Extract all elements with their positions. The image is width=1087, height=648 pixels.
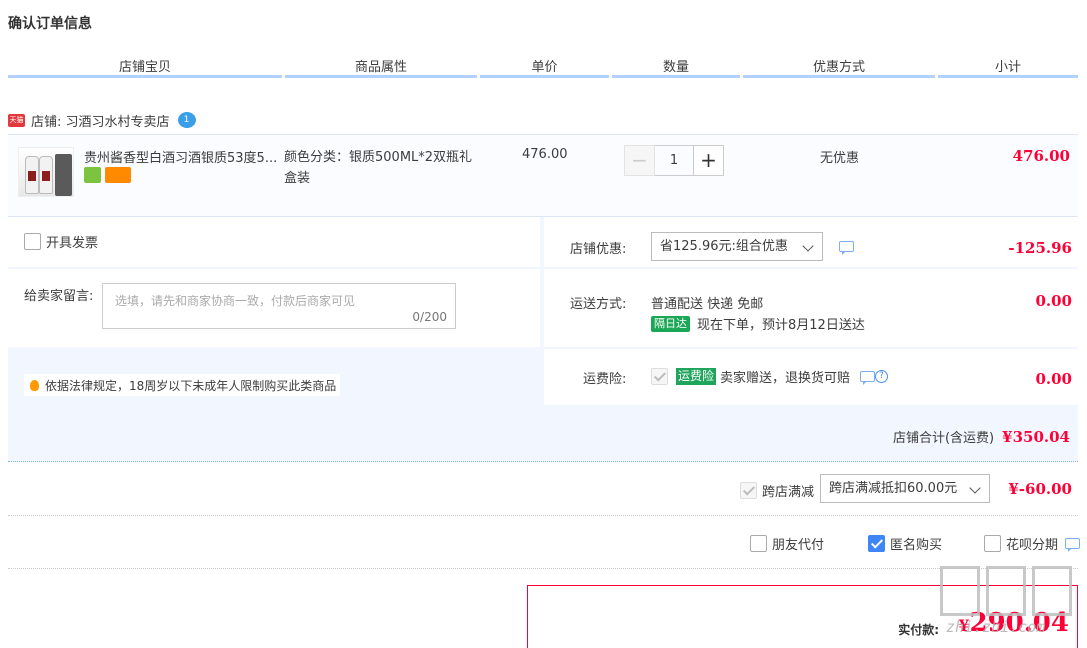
chevron-down-icon bbox=[969, 482, 981, 494]
product-attribute: 颜色分类：银质500ML*2双瓶礼盒装 bbox=[284, 150, 473, 186]
cross-store-discount-row: 跨店满减 跨店满减抵扣60.00元 ¥-60.00 bbox=[8, 464, 1078, 516]
anonymous-buy-checkbox[interactable] bbox=[868, 535, 885, 552]
next-day-tag: 隔日达 bbox=[651, 315, 690, 332]
shop-coupon-label: 店铺优惠: bbox=[570, 242, 627, 257]
quantity-stepper: − 1 + bbox=[624, 145, 724, 176]
huabei-installment-option[interactable]: 花呗分期 bbox=[984, 534, 1058, 553]
total-label: 实付款: bbox=[898, 623, 939, 637]
insurance-text: 卖家赠送，退换货可赔 bbox=[720, 371, 851, 386]
message-char-count: 0/200 bbox=[412, 310, 447, 324]
bottle-image bbox=[39, 156, 53, 194]
insurance-tag: 运费险 bbox=[676, 368, 717, 385]
total-amount: ¥290.04 bbox=[958, 608, 1069, 638]
huabei-chat-icon[interactable] bbox=[1065, 538, 1080, 552]
insurance-chat-icon[interactable] bbox=[860, 371, 875, 385]
invoice-checkbox[interactable] bbox=[24, 233, 41, 250]
lightbulb-icon bbox=[30, 379, 39, 391]
product-thumbnail[interactable] bbox=[18, 147, 74, 197]
column-header-qty: 数量 bbox=[612, 56, 740, 78]
friend-pay-label: 朋友代付 bbox=[772, 538, 825, 553]
shop-coupon-value: 省125.96元:组合优惠 bbox=[660, 239, 788, 254]
seller-message-input[interactable]: 选填，请先和商家协商一致，付款后商家可见 0/200 bbox=[102, 283, 456, 329]
help-icon[interactable]: ? bbox=[875, 370, 888, 383]
delivery-estimate: 现在下单，预计8月12日送达 bbox=[697, 318, 865, 333]
item-promotion: 无优惠 bbox=[820, 151, 860, 166]
column-header-attr: 商品属性 bbox=[285, 56, 477, 78]
shop-coupon-amount: -125.96 bbox=[1008, 239, 1072, 257]
insurance-row: 运费险 卖家赠送，退换货可赔 bbox=[651, 367, 850, 386]
order-options-panel: 开具发票 给卖家留言: 选填，请先和商家协商一致，付款后商家可见 0/200 依… bbox=[8, 216, 1078, 462]
age-restriction-notice: 依据法律规定，18周岁以下未成年人限制购买此类商品 bbox=[24, 374, 341, 396]
wangwang-chat-icon[interactable]: 1 bbox=[177, 112, 196, 128]
next-day-delivery: 隔日达 现在下单，预计8月12日送达 bbox=[651, 314, 865, 333]
cross-store-label: 跨店满减 bbox=[762, 485, 815, 500]
insurance-checkbox bbox=[651, 368, 668, 385]
column-header-promo: 优惠方式 bbox=[743, 56, 935, 78]
friend-pay-option[interactable]: 朋友代付 bbox=[750, 534, 824, 553]
age-restriction-text: 依据法律规定，18周岁以下未成年人限制购买此类商品 bbox=[45, 378, 337, 393]
qty-increase-button[interactable]: + bbox=[693, 145, 724, 176]
product-title-link[interactable]: 贵州酱香型白酒习酒银质53度5... bbox=[84, 147, 280, 166]
cross-store-checkbox bbox=[740, 482, 757, 499]
shop-row: 天猫 店铺: 习酒习水村专卖店 1 bbox=[8, 110, 196, 130]
qty-input[interactable]: 1 bbox=[655, 145, 693, 176]
insurance-amount: 0.00 bbox=[1035, 370, 1072, 388]
invoice-label: 开具发票 bbox=[46, 236, 99, 251]
credit-card-icon[interactable] bbox=[105, 167, 131, 183]
huabei-label: 花呗分期 bbox=[1006, 538, 1059, 553]
bottle-image bbox=[25, 156, 39, 194]
tmall-icon: 天猫 bbox=[8, 113, 25, 127]
total-value: 290.04 bbox=[969, 608, 1069, 638]
anonymous-buy-option[interactable]: 匿名购买 bbox=[868, 534, 942, 553]
payment-options-row: 朋友代付 匿名购买 花呗分期 bbox=[8, 517, 1080, 569]
cross-store-select[interactable]: 跨店满减抵扣60.00元 bbox=[820, 474, 990, 503]
shop-name-link[interactable]: 店铺: 习酒习水村专卖店 bbox=[31, 111, 170, 130]
shop-coupon-select[interactable]: 省125.96元:组合优惠 bbox=[651, 232, 823, 261]
column-header-item: 店铺宝贝 bbox=[8, 56, 282, 78]
item-subtotal: 476.00 bbox=[1012, 147, 1070, 165]
shipping-amount: 0.00 bbox=[1035, 292, 1072, 310]
gift-box-image bbox=[55, 154, 72, 196]
shop-total: 店铺合计(含运费) ¥350.04 bbox=[892, 427, 1070, 447]
total-currency: ¥ bbox=[958, 616, 970, 635]
column-header-subtotal: 小计 bbox=[938, 56, 1078, 78]
page-title: 确认订单信息 bbox=[8, 16, 92, 32]
invoice-toggle[interactable]: 开具发票 bbox=[24, 232, 98, 251]
cross-store-toggle[interactable]: 跨店满减 bbox=[740, 481, 814, 500]
anonymous-buy-label: 匿名购买 bbox=[890, 538, 943, 553]
coupon-chat-icon[interactable] bbox=[839, 241, 854, 255]
shop-total-value: ¥350.04 bbox=[1002, 427, 1070, 446]
shipping-label: 运送方式: bbox=[570, 297, 627, 312]
friend-pay-checkbox[interactable] bbox=[750, 535, 767, 552]
shipping-method: 普通配送 快递 免邮 bbox=[651, 297, 764, 312]
service-guarantee-icon[interactable] bbox=[84, 167, 101, 183]
chevron-down-icon bbox=[802, 240, 814, 252]
column-header-price: 单价 bbox=[480, 56, 609, 78]
huabei-checkbox[interactable] bbox=[984, 535, 1001, 552]
cross-store-value: 跨店满减抵扣60.00元 bbox=[829, 481, 958, 496]
shop-total-label: 店铺合计(含运费) bbox=[892, 431, 995, 446]
message-placeholder: 选填，请先和商家协商一致，付款后商家可见 bbox=[115, 294, 356, 308]
payment-total-box: 实付款: ¥290.04 bbox=[527, 585, 1078, 648]
unit-price: 476.00 bbox=[522, 147, 568, 162]
message-label: 给卖家留言: bbox=[24, 289, 94, 304]
cross-store-amount: ¥-60.00 bbox=[1008, 480, 1072, 498]
order-item-row: 贵州酱香型白酒习酒银质53度5... 颜色分类：银质500ML*2双瓶礼盒装 4… bbox=[8, 134, 1078, 216]
qty-decrease-button[interactable]: − bbox=[624, 145, 655, 176]
insurance-label: 运费险: bbox=[583, 372, 627, 387]
